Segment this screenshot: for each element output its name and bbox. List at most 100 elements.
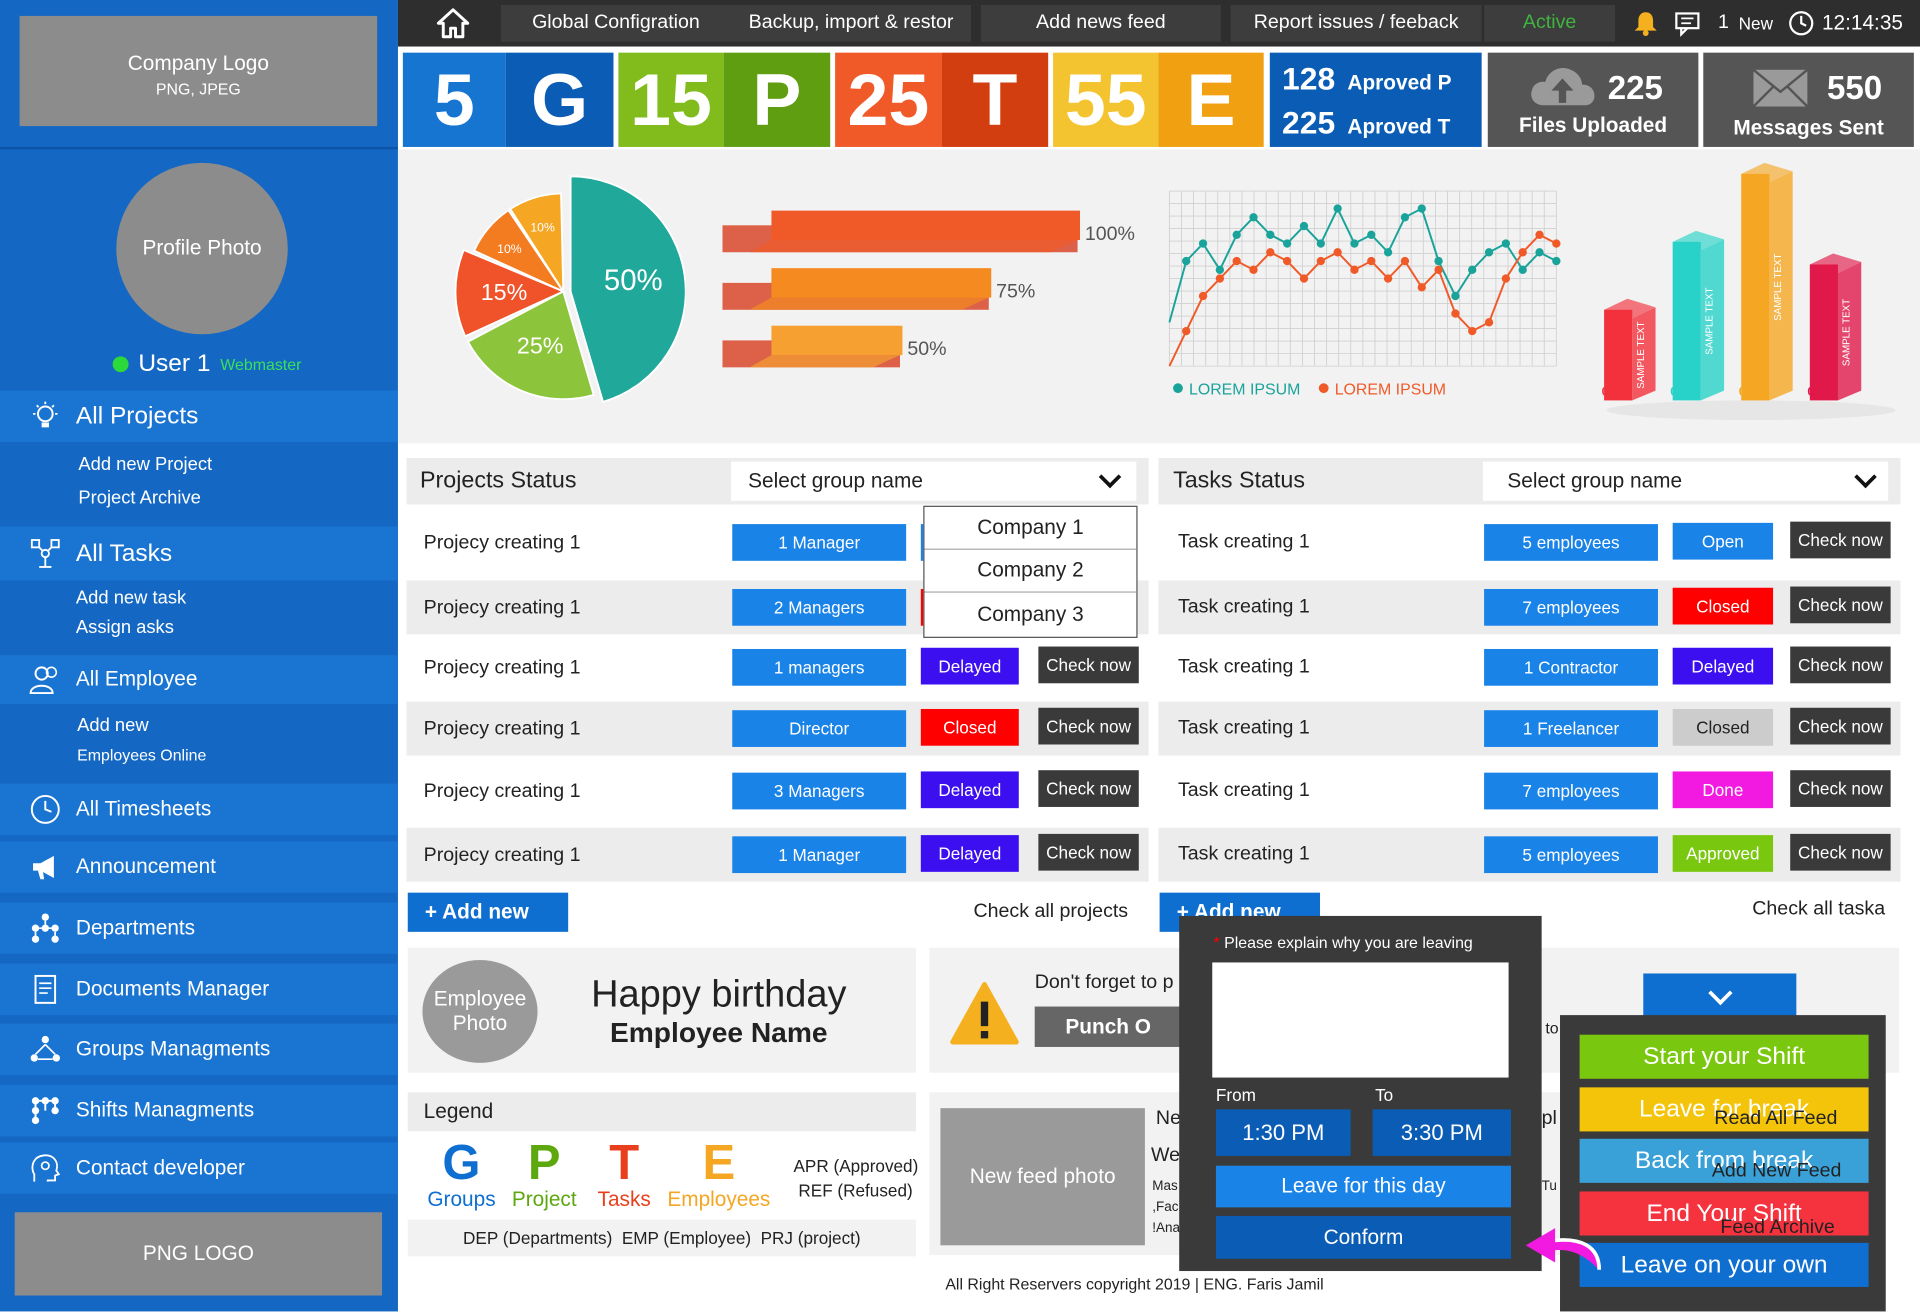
start-shift-button[interactable]: Start your Shift	[1579, 1034, 1869, 1079]
hbar	[771, 268, 992, 298]
chat-icon[interactable]	[1674, 10, 1703, 37]
task-status-badge[interactable]: Closed	[1672, 587, 1774, 625]
legend-apr: APR (Approved)	[793, 1155, 919, 1176]
check-now-button[interactable]: Check now	[1038, 770, 1139, 807]
project-status-badge[interactable]: Delayed	[920, 647, 1019, 685]
sidebar-item-groups-managments[interactable]: Groups Managments	[0, 1023, 398, 1076]
nav-add-news[interactable]: Add news feed	[980, 4, 1221, 42]
check-all-projects-link[interactable]: Check all projects	[973, 901, 1128, 923]
bar3d-category: 01	[1670, 385, 1684, 399]
check-now-button[interactable]: Check now	[1790, 707, 1891, 745]
pie-label: 10%	[530, 220, 555, 234]
task-assignee-badge[interactable]: 5 employees	[1484, 836, 1658, 874]
legend-letter: T	[609, 1136, 640, 1191]
project-status-badge[interactable]: Delayed	[920, 771, 1019, 809]
task-assignee-badge[interactable]: 1 Contractor	[1484, 648, 1658, 686]
stat-projects-count[interactable]: 15	[618, 52, 724, 147]
nav-global-config[interactable]: Global Configration	[500, 4, 732, 42]
stat-tasks-count[interactable]: 25	[835, 52, 942, 147]
sidebar-item-all-projects[interactable]: All Projects	[0, 390, 398, 443]
project-assignee-badge[interactable]: 2 Managers	[732, 588, 907, 626]
check-all-tasks-link[interactable]: Check all taska	[1752, 899, 1885, 921]
stat-groups-count[interactable]: 5	[402, 52, 506, 147]
check-now-button[interactable]: Check now	[1790, 646, 1891, 684]
dropdown-option[interactable]: Company 3	[924, 593, 1136, 636]
task-status-badge[interactable]: Open	[1672, 522, 1774, 560]
sidebar-item-all-timesheets[interactable]: All Timesheets	[0, 783, 398, 836]
project-assignee-badge[interactable]: 3 Managers	[732, 772, 907, 810]
task-status-badge[interactable]: Closed	[1672, 708, 1774, 746]
sidebar-subitem[interactable]: Add new	[77, 715, 148, 736]
sidebar-item-departments[interactable]: Departments	[0, 902, 398, 954]
projects-add-new-button[interactable]: + Add new	[407, 892, 569, 932]
check-now-button[interactable]: Check now	[1038, 833, 1139, 871]
project-status-badge[interactable]: Closed	[920, 708, 1019, 746]
dropdown-option[interactable]: Company 1	[924, 507, 1137, 550]
reminder-text: Don't forget to p	[1034, 972, 1174, 994]
sidebar-subitem[interactable]: Add new task	[76, 588, 186, 609]
task-assignee-badge[interactable]: 7 employees	[1484, 588, 1658, 626]
task-assignee-badge[interactable]: 5 employees	[1484, 524, 1658, 561]
task-assignee-badge[interactable]: 1 Freelancer	[1484, 710, 1658, 747]
to-time-input[interactable]: 3:30 PM	[1372, 1109, 1512, 1156]
projects-group-select[interactable]: Select group name	[731, 461, 1137, 501]
home-icon[interactable]	[436, 7, 470, 39]
feed-add-new-link[interactable]: Add New Feed	[1712, 1161, 1842, 1183]
check-now-button[interactable]: Check now	[1790, 833, 1891, 871]
from-time-input[interactable]: 1:30 PM	[1215, 1109, 1351, 1156]
task-status-badge[interactable]: Approved	[1672, 835, 1774, 872]
messages-sent-tile[interactable]: 550 Messages Sent	[1703, 52, 1914, 147]
feed-archive-link[interactable]: Feed Archive	[1720, 1217, 1834, 1239]
project-status-badge[interactable]: Delayed	[920, 835, 1019, 872]
user-name[interactable]: User 1	[138, 350, 210, 378]
punch-out-button[interactable]: Punch O	[1034, 1006, 1182, 1047]
check-now-button[interactable]: Check now	[1038, 707, 1139, 745]
approved-box[interactable]: 128 Aproved P 225 Aproved T	[1269, 52, 1482, 147]
check-now-button[interactable]: Check now	[1790, 586, 1891, 624]
sidebar-item-documents-manager[interactable]: Documents Manager	[0, 963, 398, 1016]
approved-p-num: 128	[1282, 60, 1336, 97]
nav-report-issues[interactable]: Report issues / feeback	[1230, 4, 1482, 42]
sidebar-item-announcement[interactable]: Announcement	[0, 841, 398, 893]
leave-own-button[interactable]: Leave on your own	[1579, 1242, 1869, 1287]
sidebar-subitem[interactable]: Employees Online	[77, 746, 206, 764]
task-status-badge[interactable]: Done	[1672, 771, 1774, 809]
tasks-group-select[interactable]: Select group name	[1482, 461, 1889, 501]
status-active[interactable]: Active	[1484, 4, 1616, 42]
sidebar-item-label: Contact developer	[75, 1155, 245, 1180]
leave-reason-textarea[interactable]	[1212, 962, 1509, 1078]
confirm-button[interactable]: Conform	[1215, 1215, 1512, 1259]
project-assignee-badge[interactable]: 1 Manager	[732, 524, 907, 561]
project-assignee-badge[interactable]: 1 managers	[732, 648, 907, 686]
profile-photo[interactable]: Profile Photo	[116, 162, 288, 335]
stat-employees-count[interactable]: 55	[1053, 52, 1159, 147]
line-point	[1552, 239, 1561, 248]
sidebar-subitem[interactable]: Project Archive	[78, 487, 201, 508]
dropdown-option[interactable]: Company 2	[924, 550, 1137, 593]
news-frag: ,Fac	[1152, 1200, 1179, 1215]
feed-read-all-link[interactable]: Read All Feed	[1714, 1108, 1837, 1130]
check-now-button[interactable]: Check now	[1790, 770, 1891, 807]
cloud-upload-icon	[1527, 64, 1598, 114]
sidebar-subitem[interactable]: Add new Project	[78, 454, 212, 475]
sidebar-item-all-tasks[interactable]: All Tasks	[0, 526, 398, 581]
stat-projects-letter-text: P	[752, 58, 802, 141]
project-assignee-badge[interactable]: 1 Manager	[732, 836, 907, 874]
sidebar-subitem[interactable]: Assign asks	[76, 617, 174, 638]
sidebar-item-shifts-managments[interactable]: Shifts Managments	[0, 1084, 398, 1137]
line-point	[1400, 213, 1410, 222]
project-name: Projecy creating 1	[423, 718, 581, 740]
task-status-badge[interactable]: Delayed	[1672, 647, 1774, 685]
to-label: To	[1375, 1084, 1394, 1105]
task-assignee-badge[interactable]: 7 employees	[1484, 772, 1658, 810]
files-uploaded-tile[interactable]: 225 Files Uploaded	[1487, 52, 1699, 147]
check-now-button[interactable]: Check now	[1790, 521, 1891, 559]
project-assignee-badge[interactable]: Director	[732, 710, 907, 747]
sidebar-item-contact-developer[interactable]: Contact developer	[0, 1142, 398, 1194]
nav-backup[interactable]: Backup, import & restor	[731, 4, 972, 42]
company-logo[interactable]: Company Logo PNG, JPEG	[19, 15, 378, 127]
leave-day-button[interactable]: Leave for this day	[1215, 1165, 1512, 1208]
sidebar-item-all-employee[interactable]: All Employee	[0, 655, 398, 705]
bell-icon[interactable]	[1632, 10, 1659, 37]
check-now-button[interactable]: Check now	[1038, 646, 1139, 684]
